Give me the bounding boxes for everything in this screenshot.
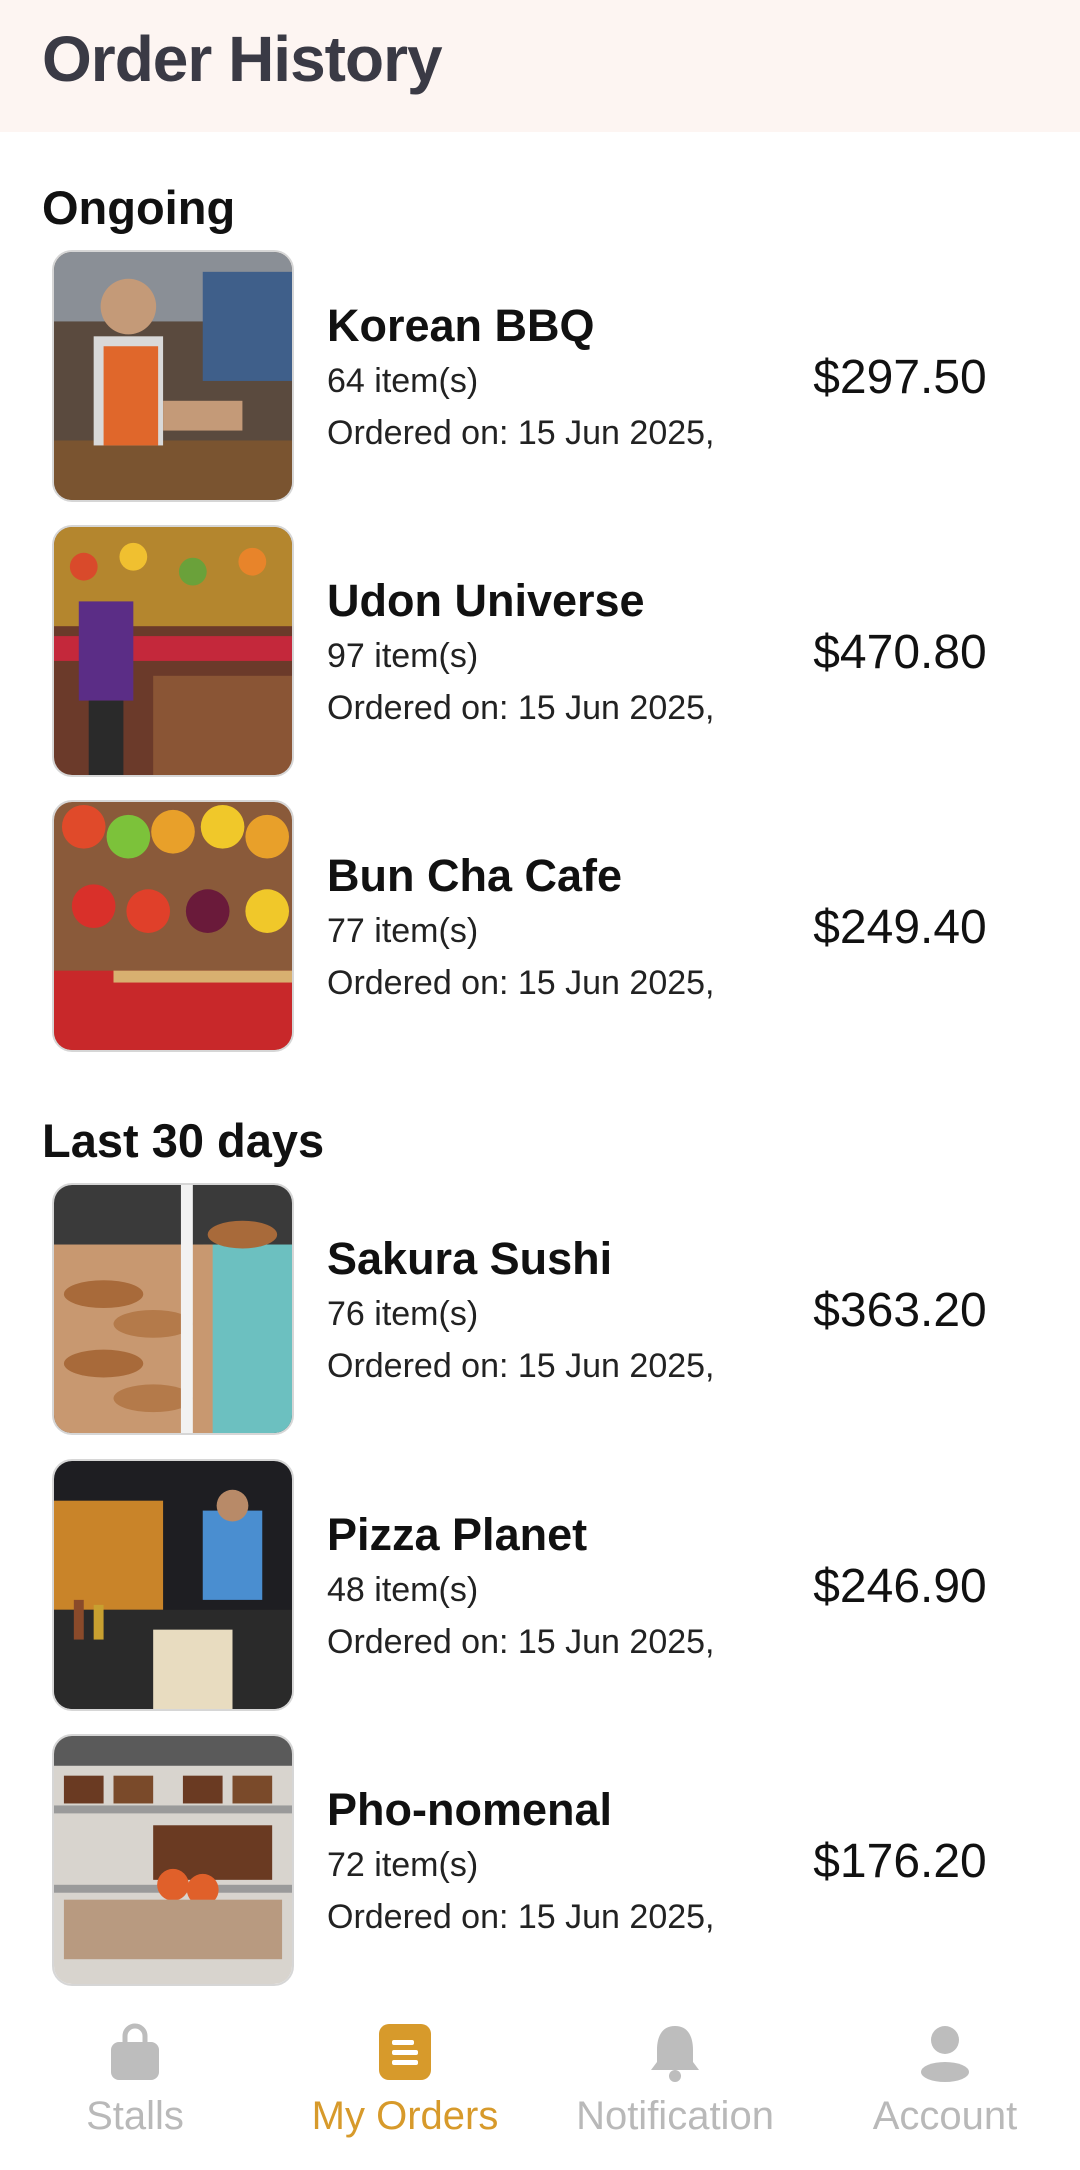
user-icon <box>917 2022 973 2082</box>
item-count: 77 item(s) <box>327 912 479 950</box>
app-header: Order History <box>0 0 1080 132</box>
section-title-last-30-days: Last 30 days <box>42 1114 325 1167</box>
tab-label: My Orders <box>311 2094 499 2138</box>
order-price: $470.80 <box>813 626 987 679</box>
order-price: $297.50 <box>813 351 987 404</box>
order-card[interactable]: Pizza Planet 48 item(s) Ordered on: 15 J… <box>0 1459 1080 1713</box>
bell-icon <box>647 2022 703 2082</box>
tab-label: Stalls <box>86 2094 184 2138</box>
item-count: 72 item(s) <box>327 1846 479 1884</box>
stall-photo <box>52 1459 294 1711</box>
stall-photo <box>52 800 294 1052</box>
item-count: 76 item(s) <box>327 1295 479 1333</box>
tab-my-orders[interactable]: My Orders <box>270 2000 540 2170</box>
order-date: Ordered on: 15 Jun 2025, <box>327 1347 715 1385</box>
stall-name: Korean BBQ <box>327 300 595 351</box>
order-price: $246.90 <box>813 1560 987 1613</box>
tab-label: Account <box>872 2094 1018 2138</box>
order-card[interactable]: Korean BBQ 64 item(s) Ordered on: 15 Jun… <box>0 250 1080 504</box>
order-date: Ordered on: 15 Jun 2025, <box>327 1898 715 1936</box>
tab-account[interactable]: Account <box>810 2000 1080 2170</box>
order-card[interactable]: Bun Cha Cafe 77 item(s) Ordered on: 15 J… <box>0 800 1080 1054</box>
stall-name: Sakura Sushi <box>327 1233 613 1284</box>
stall-name: Pizza Planet <box>327 1509 588 1560</box>
order-card[interactable]: Udon Universe 97 item(s) Ordered on: 15 … <box>0 525 1080 779</box>
order-price: $176.20 <box>813 1835 987 1888</box>
item-count: 64 item(s) <box>327 362 479 400</box>
stall-photo <box>52 250 294 502</box>
bottom-tab-bar: Stalls My Orders Notification Account <box>0 2000 1080 2170</box>
shopping-bag-icon <box>107 2022 163 2082</box>
stall-name: Pho-nomenal <box>327 1784 613 1835</box>
orders-list-icon <box>377 2022 433 2082</box>
stall-name: Udon Universe <box>327 575 645 626</box>
order-card[interactable]: Sakura Sushi 76 item(s) Ordered on: 15 J… <box>0 1183 1080 1437</box>
item-count: 97 item(s) <box>327 637 479 675</box>
tab-stalls[interactable]: Stalls <box>0 2000 270 2170</box>
item-count: 48 item(s) <box>327 1571 479 1609</box>
stall-photo <box>52 1734 294 1986</box>
page-title: Order History <box>42 23 443 95</box>
section-title-ongoing: Ongoing <box>42 181 236 234</box>
order-price: $249.40 <box>813 901 987 954</box>
order-date: Ordered on: 15 Jun 2025, <box>327 689 715 727</box>
order-price: $363.20 <box>813 1284 987 1337</box>
tab-notification[interactable]: Notification <box>540 2000 810 2170</box>
order-date: Ordered on: 15 Jun 2025, <box>327 414 715 452</box>
order-card[interactable]: Pho-nomenal 72 item(s) Ordered on: 15 Ju… <box>0 1734 1080 1988</box>
stall-photo <box>52 525 294 777</box>
stall-photo <box>52 1183 294 1435</box>
tab-label: Notification <box>576 2094 774 2138</box>
order-date: Ordered on: 15 Jun 2025, <box>327 1623 715 1661</box>
order-date: Ordered on: 15 Jun 2025, <box>327 964 715 1002</box>
stall-name: Bun Cha Cafe <box>327 850 623 901</box>
